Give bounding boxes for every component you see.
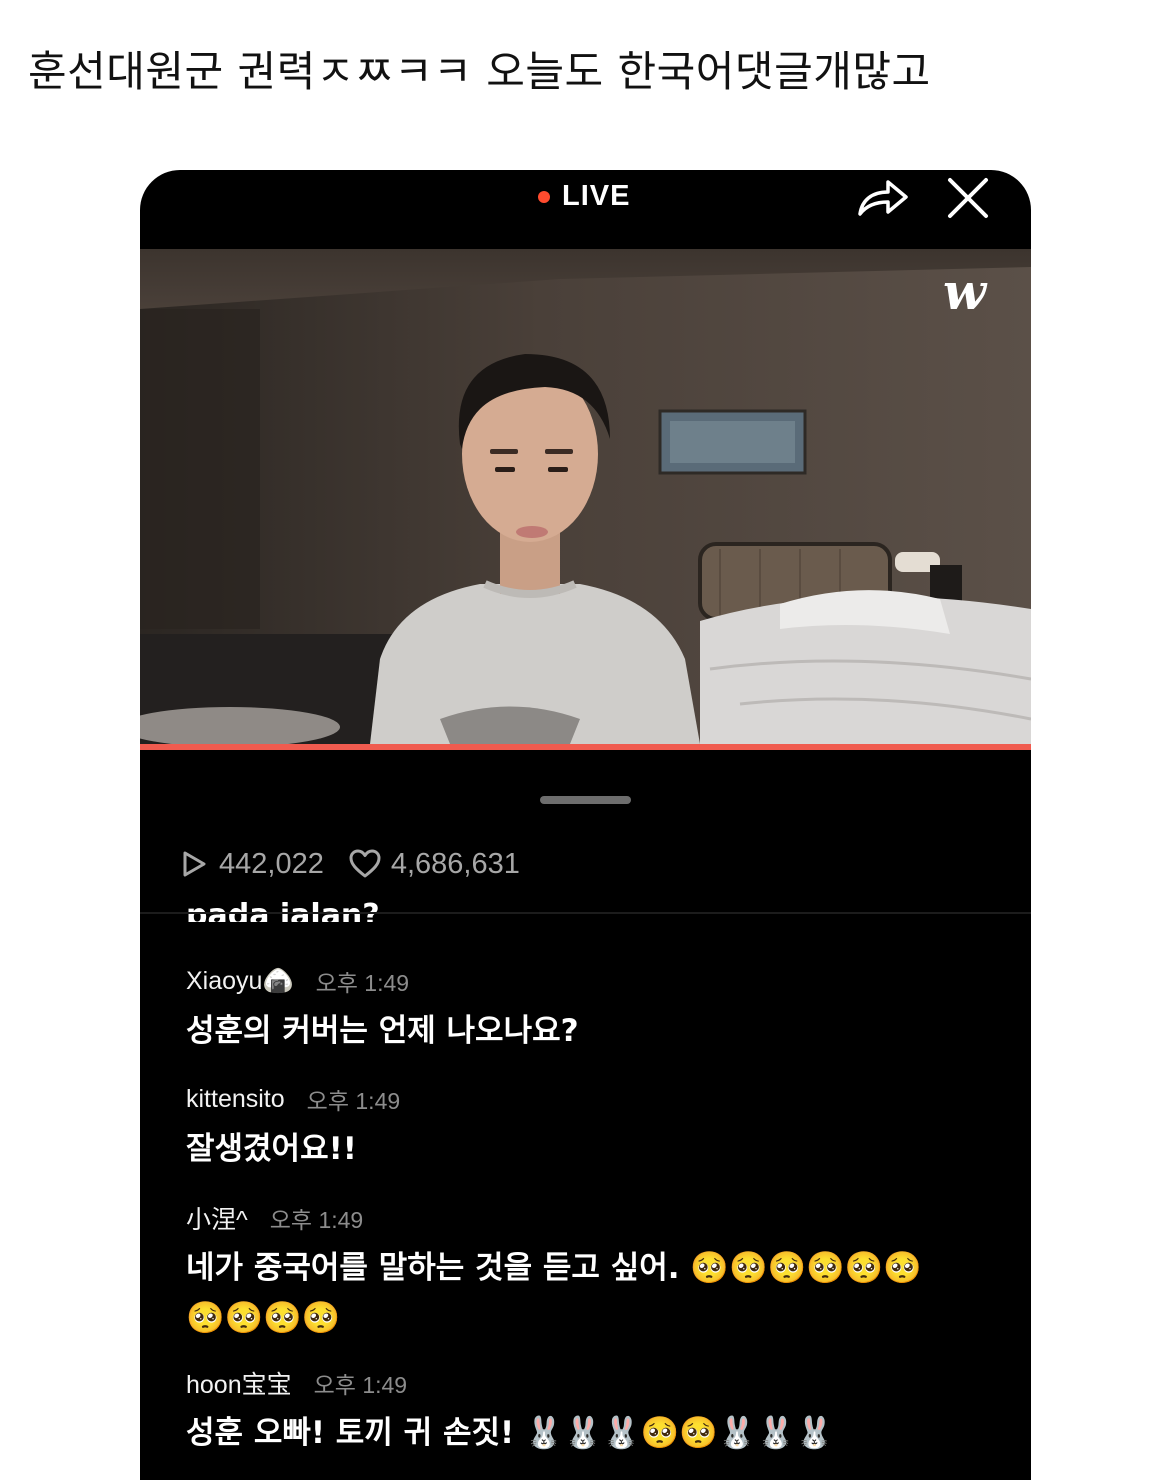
live-dot-icon [538,190,550,203]
comment-text: 네가 중국어를 말하는 것을 듣고 싶어. 🥺🥺🥺🥺🥺🥺 [186,1245,1006,1291]
comment-item: hoon宝宝 오후 1:49 성훈 오빠! 토끼 귀 손짓! 🐰🐰🐰🥺🥺🐰🐰🐰 [186,1366,1006,1456]
live-indicator: LIVE [538,180,630,213]
stats-divider [140,912,1031,914]
comment-time: 오후 1:49 [306,1088,401,1114]
live-player-screen: LIVE w 442,022 4,686,631 pada jalan? Xia… [140,170,1031,1480]
comment-username[interactable]: 小涅^ [186,1200,248,1236]
video-scene-image [140,249,1031,744]
comment-text: 성훈 오빠! 토끼 귀 손짓! 🐰🐰🐰🥺🥺🐰🐰🐰 [186,1410,1006,1456]
comment-username[interactable]: hoon宝宝 [186,1365,292,1401]
pleading-face-emojis: 🥺🥺🥺🥺🥺🥺 [690,1250,922,1286]
heart-icon [349,849,381,878]
rabbit-emojis: 🐰🐰🐰🥺🥺🐰🐰🐰 [524,1415,834,1451]
like-count: 4,686,631 [390,847,520,880]
comment-text-body: 성훈 오빠! 토끼 귀 손짓! [186,1415,515,1451]
play-icon [183,851,206,877]
play-count: 442,022 [219,847,324,880]
comment-text-body: 네가 중국어를 말하는 것을 듣고 싶어. [186,1250,680,1286]
comment-time: 오후 1:49 [313,1372,408,1398]
comment-text: 성훈의 커버는 언제 나오나요? [186,1013,579,1049]
cut-off-comment-text: pada jalan? [186,882,380,922]
cut-off-comment: pada jalan? [186,898,380,922]
comment-username[interactable]: kittensito [186,1085,285,1114]
player-top-bar: LIVE [140,170,1031,249]
comment-item: 小涅^ 오후 1:49 네가 중국어를 말하는 것을 듣고 싶어. 🥺🥺🥺🥺🥺🥺… [186,1201,1006,1341]
sheet-drag-handle[interactable] [540,796,631,804]
live-stats: 442,022 4,686,631 [176,844,520,884]
live-progress-bar[interactable] [140,744,1031,750]
live-video-frame[interactable]: w [140,249,1031,744]
share-icon[interactable] [852,170,910,224]
comment-item: kittensito 오후 1:49 잘생겼어요!! [186,1082,1006,1172]
comment-text: 잘생겼어요!! [186,1131,357,1167]
live-label: LIVE [562,180,631,212]
weverse-logo: w [943,262,987,321]
pleading-face-emojis-row: 🥺🥺🥺🥺 [186,1300,341,1336]
comment-item: Xiaoyu🍙 오후 1:49 성훈의 커버는 언제 나오나요? [186,964,1006,1054]
comment-username[interactable]: Xiaoyu🍙 [186,967,294,996]
close-icon[interactable] [942,172,994,224]
live-progress-fill [140,744,1031,750]
comment-time: 오후 1:49 [269,1207,364,1233]
post-title: 훈선대원군 권력ㅈㅉㅋㅋ 오늘도 한국어댓글개많고 [28,47,931,96]
comment-time: 오후 1:49 [315,970,410,996]
